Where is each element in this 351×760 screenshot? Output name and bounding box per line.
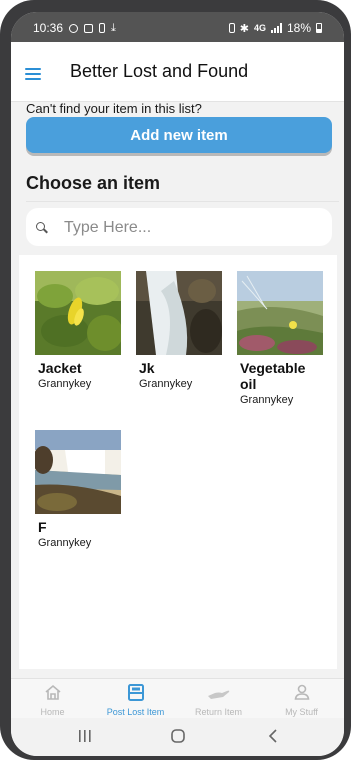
nav-post-lost-item[interactable]: Post Lost Item	[94, 679, 177, 719]
home-icon	[44, 684, 61, 700]
item-card[interactable]: Jacket Grannykey	[35, 271, 121, 390]
item-name: F	[38, 519, 47, 535]
status-time: 10:36	[33, 21, 64, 35]
item-card[interactable]: Jk Grannykey	[136, 271, 222, 390]
nav-home[interactable]: Home	[11, 679, 94, 719]
item-owner: Grannykey	[38, 378, 92, 390]
search-bar[interactable]	[26, 208, 332, 246]
item-owner: Grannykey	[38, 537, 92, 549]
nav-my-stuff[interactable]: My Stuff	[260, 679, 343, 719]
item-owner: Grannykey	[240, 394, 294, 406]
app-header: Better Lost and Found	[11, 42, 344, 102]
app-screen: 10:36 ⤓ ✱ 4G 18% Better Lost and Found C…	[11, 12, 344, 756]
section-title: Choose an item	[26, 173, 161, 193]
item-card[interactable]: F Grannykey	[35, 430, 121, 549]
nav-post-lost-item-label: Post Lost Item	[106, 707, 165, 717]
battery-icon	[316, 23, 322, 33]
item-image	[35, 430, 121, 514]
recent-apps-icon[interactable]	[78, 728, 92, 744]
app-title: Better Lost and Found	[70, 61, 249, 81]
gallery-icon	[84, 23, 94, 33]
download-icon: ⤓	[111, 21, 116, 34]
search-input[interactable]	[62, 214, 326, 242]
post-item-icon	[127, 684, 144, 701]
item-image	[35, 271, 121, 355]
item-name: Vegetable oil	[240, 360, 306, 392]
nav-home-label: Home	[40, 707, 65, 717]
bottom-nav: Home Post Lost Item Return Item My Stuff	[11, 678, 344, 719]
user-icon	[294, 684, 309, 700]
network-type: 4G	[253, 23, 266, 33]
bluetooth-icon: ✱	[239, 22, 249, 35]
hand-icon	[207, 690, 229, 699]
system-nav-bar	[11, 718, 344, 756]
search-icon	[36, 222, 45, 231]
item-image	[136, 271, 222, 355]
nav-return-item[interactable]: Return Item	[177, 679, 260, 719]
add-new-item-button[interactable]: Add new item	[26, 117, 332, 153]
status-bar: 10:36 ⤓ ✱ 4G 18%	[11, 12, 344, 42]
alarm-icon	[228, 23, 235, 33]
nav-my-stuff-label: My Stuff	[285, 707, 318, 717]
back-icon[interactable]	[267, 728, 279, 744]
hamburger-icon[interactable]	[25, 68, 41, 80]
item-name: Jk	[139, 360, 155, 376]
signal-icon	[270, 23, 282, 33]
divider	[26, 201, 339, 202]
do-not-disturb-icon	[69, 23, 79, 33]
phone-icon	[99, 23, 106, 33]
item-owner: Grannykey	[139, 378, 193, 390]
phone-frame: 10:36 ⤓ ✱ 4G 18% Better Lost and Found C…	[0, 0, 351, 760]
battery-percent: 18%	[286, 21, 311, 35]
item-grid: Jacket Grannykey Jk Grannykey Vegetable …	[19, 255, 337, 669]
nav-return-item-label: Return Item	[194, 707, 243, 717]
home-button-icon[interactable]	[170, 728, 186, 744]
cant-find-prompt: Can't find your item in this list?	[26, 101, 202, 116]
item-card[interactable]: Vegetable oil Grannykey	[237, 271, 323, 406]
item-name: Jacket	[38, 360, 82, 376]
item-image	[237, 271, 323, 355]
